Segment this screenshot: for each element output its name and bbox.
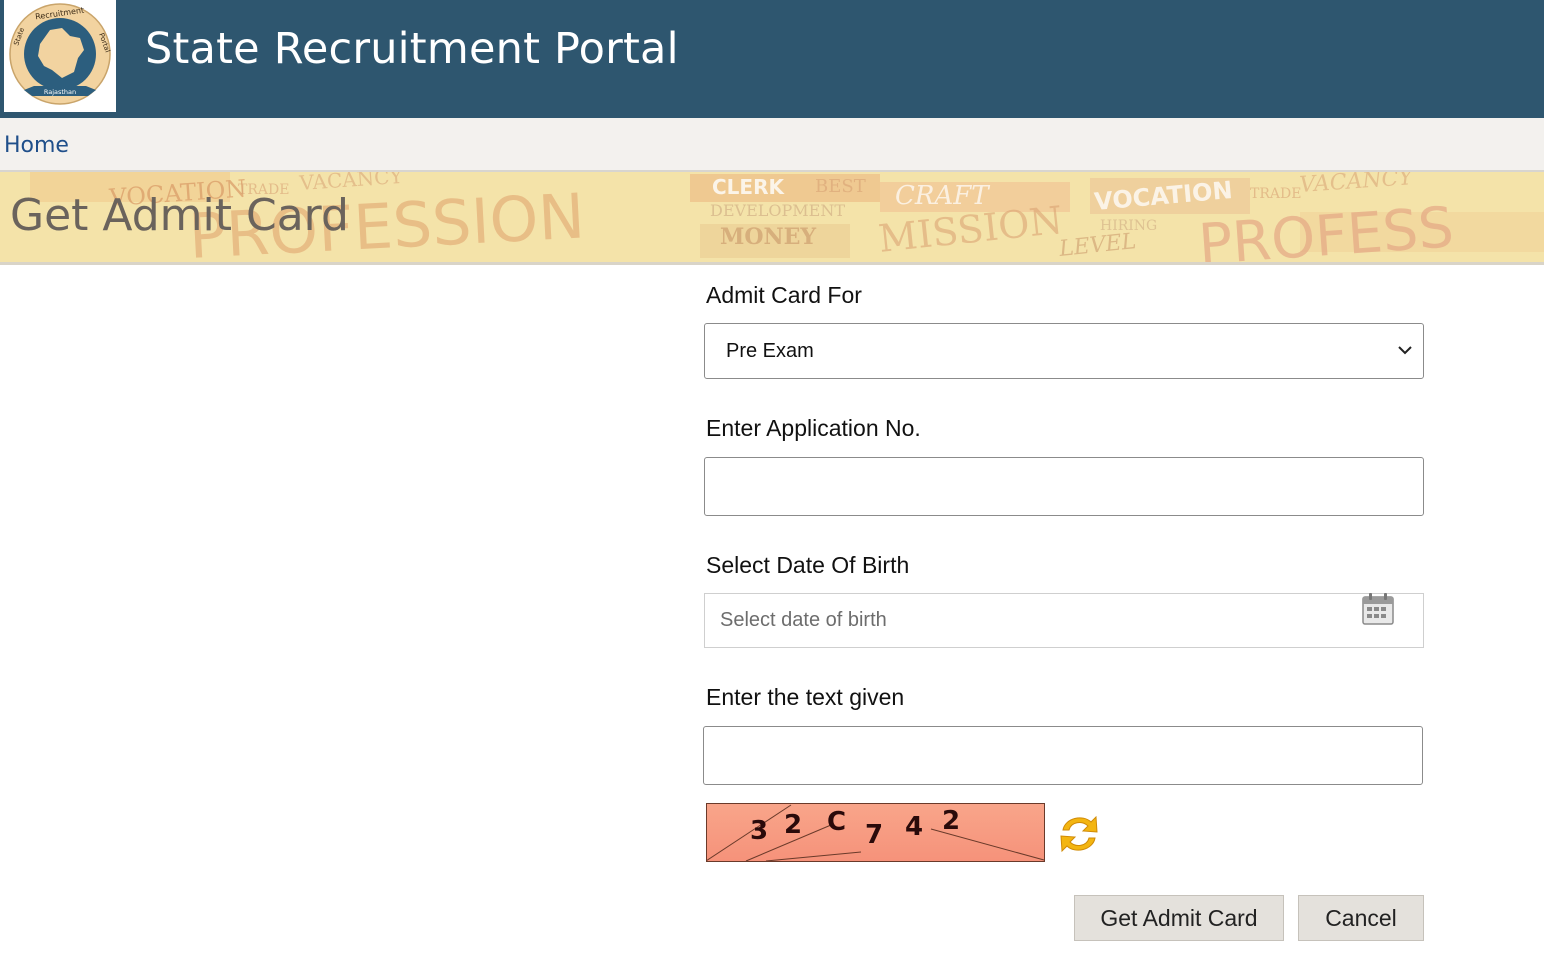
captcha-label: Enter the text given xyxy=(706,684,905,710)
captcha-char: 2 xyxy=(942,806,960,836)
get-admit-card-button[interactable]: Get Admit Card xyxy=(1074,895,1284,941)
site-logo[interactable]: Recruitment State Portal Rajasthan xyxy=(4,0,116,112)
refresh-icon[interactable] xyxy=(1055,808,1103,860)
chevron-down-icon xyxy=(1398,346,1412,355)
captcha-char: 7 xyxy=(865,820,883,850)
dob-input[interactable] xyxy=(704,593,1424,648)
state-emblem-icon: Recruitment State Portal Rajasthan xyxy=(9,3,112,105)
application-no-input[interactable] xyxy=(704,457,1424,516)
banner-word: MONEY xyxy=(720,224,816,250)
banner-word: DEVELOPMENT xyxy=(710,201,845,220)
banner-word: BEST xyxy=(815,176,866,197)
site-title: State Recruitment Portal xyxy=(145,24,679,74)
captcha-char: 4 xyxy=(905,812,923,842)
dob-label: Select Date Of Birth xyxy=(706,552,910,578)
captcha-char: 3 xyxy=(750,816,768,846)
site-header: Recruitment State Portal Rajasthan State… xyxy=(0,0,1544,118)
page-title: Get Admit Card xyxy=(10,190,349,241)
breadcrumb-home-link[interactable]: Home xyxy=(4,133,69,158)
calendar-icon[interactable] xyxy=(1361,592,1395,626)
banner-word: CLERK xyxy=(712,175,785,199)
cancel-button[interactable]: Cancel xyxy=(1298,895,1424,941)
logo-ribbon-text: Rajasthan xyxy=(44,88,76,96)
captcha-char: 2 xyxy=(784,810,802,840)
breadcrumb xyxy=(0,118,1544,172)
captcha-image: 3 2 C 7 4 2 xyxy=(706,803,1045,862)
banner-word: TRADE xyxy=(1250,186,1301,202)
admit-card-for-label: Admit Card For xyxy=(706,282,862,308)
admit-card-for-select[interactable]: Pre Exam xyxy=(704,323,1424,379)
application-no-label: Enter Application No. xyxy=(706,415,921,441)
admit-card-for-selected-value: Pre Exam xyxy=(726,339,814,362)
captcha-char: C xyxy=(827,807,846,837)
captcha-input[interactable] xyxy=(703,726,1423,785)
